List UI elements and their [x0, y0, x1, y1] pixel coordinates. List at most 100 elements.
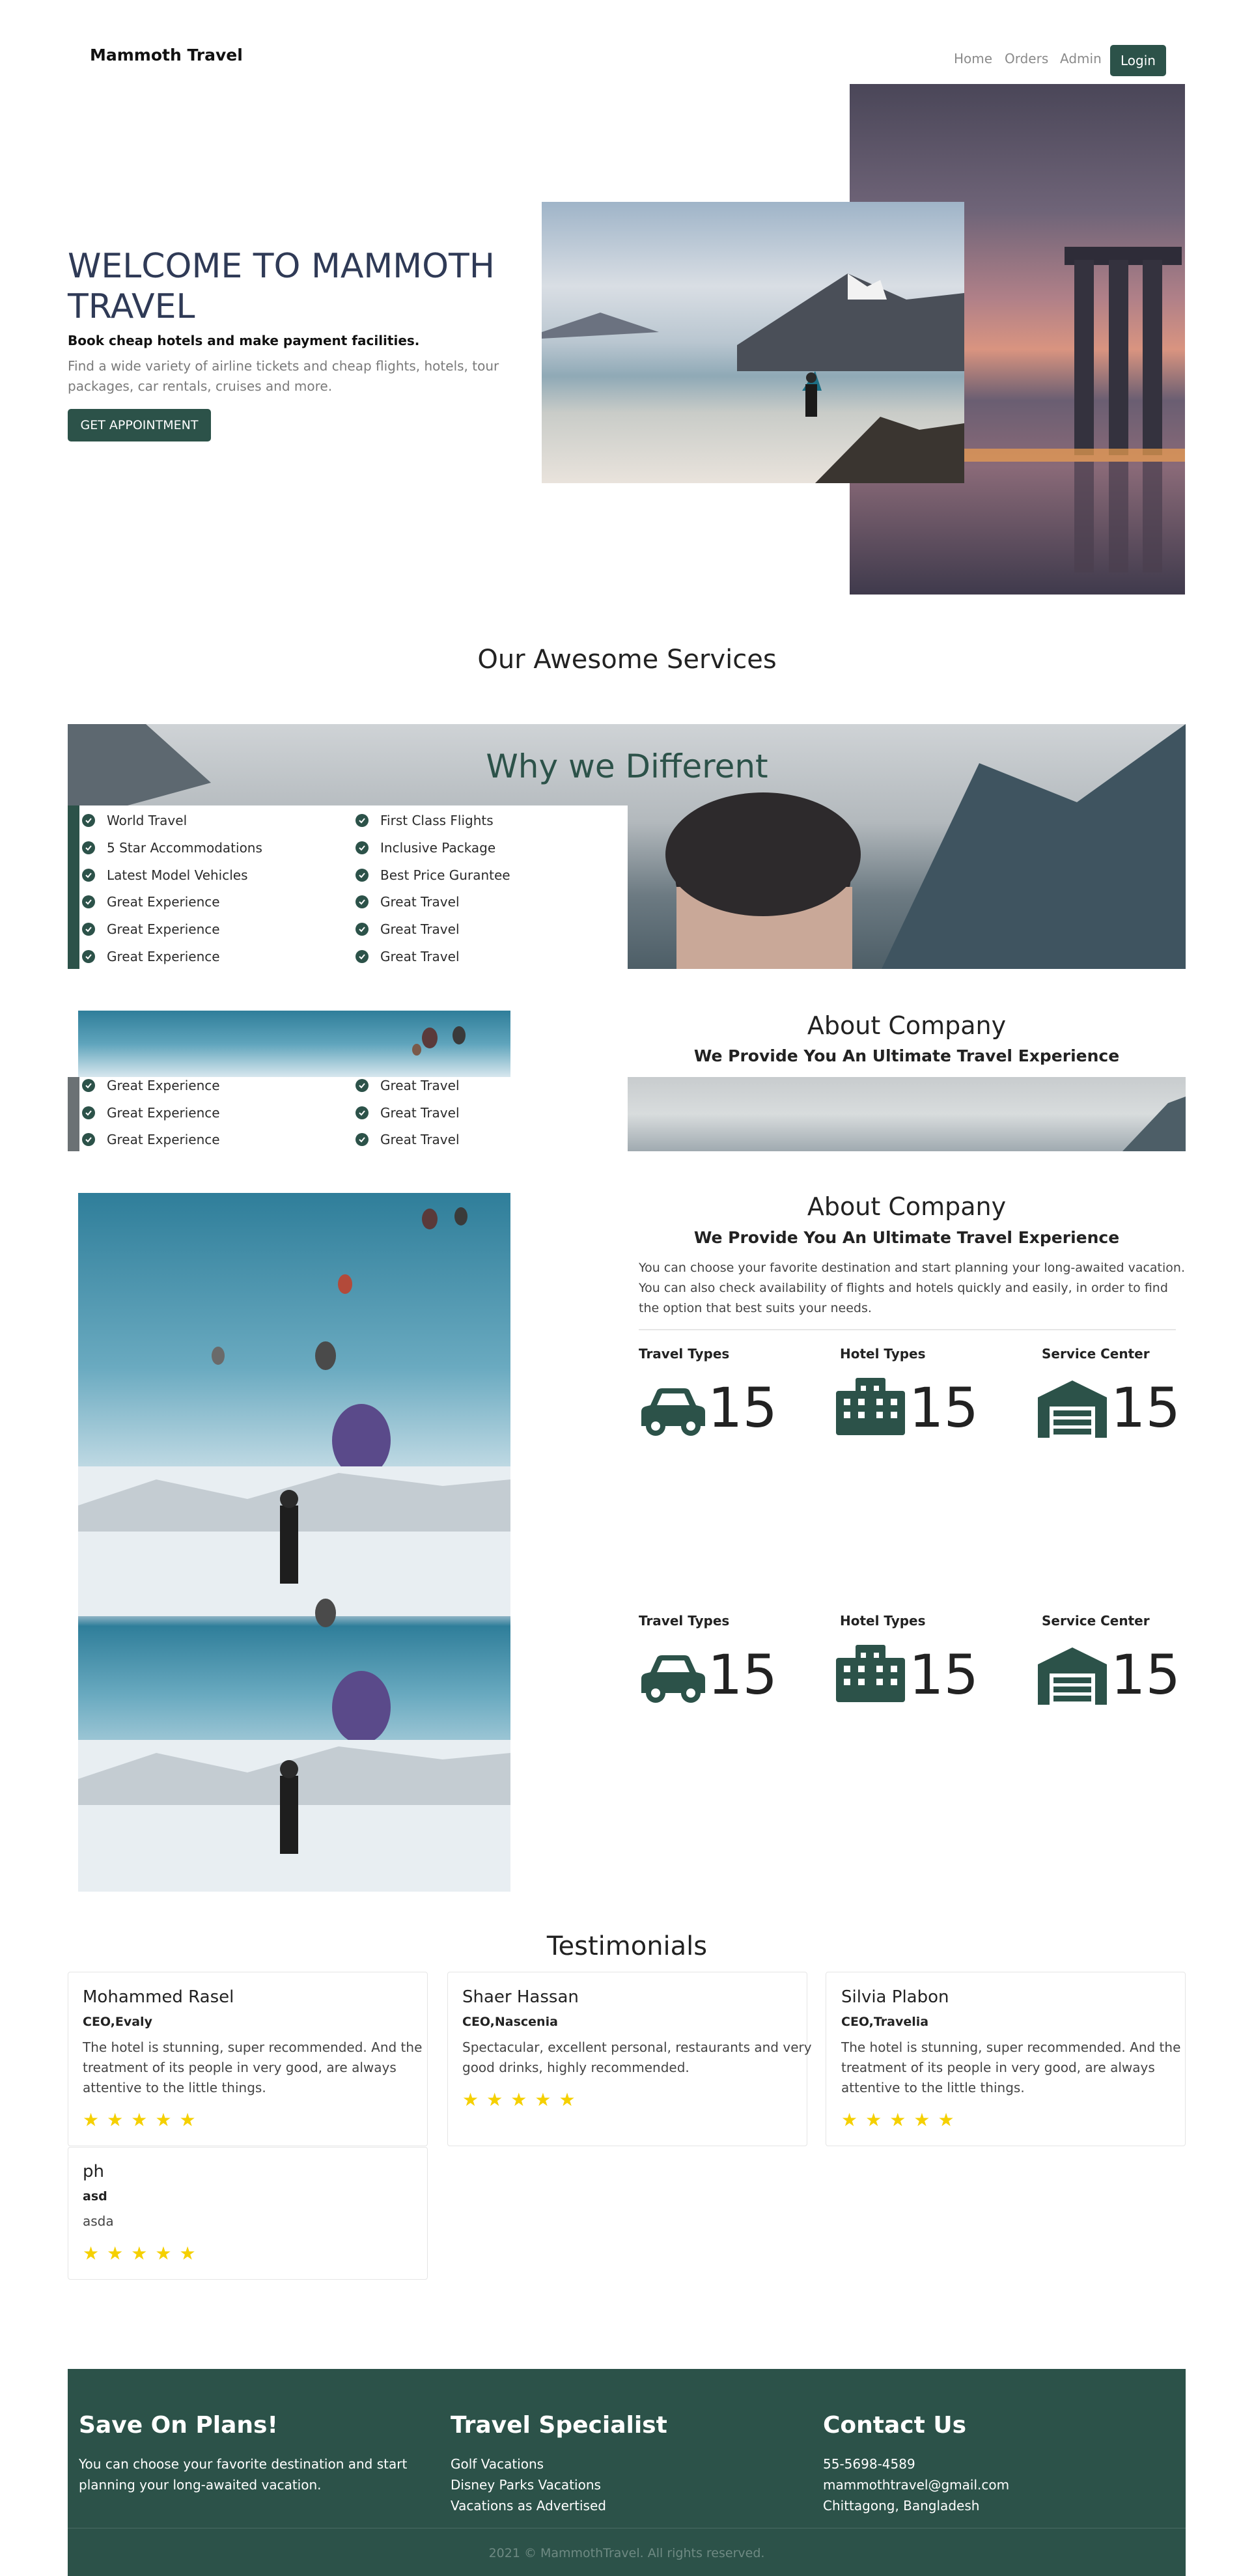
check-circle-icon	[82, 1133, 95, 1146]
check-circle-icon	[355, 814, 369, 827]
login-button[interactable]: Login	[1110, 45, 1166, 76]
testimonial-role: CEO,Evaly	[83, 2015, 152, 2029]
feature-item: Great Travel	[355, 894, 460, 910]
testimonial-text-line-1: asda	[83, 2213, 114, 2229]
footer-heading-contact-us: Contact Us	[823, 2412, 967, 2439]
balloon-illustration	[78, 1207, 510, 1892]
star-icon: ★	[841, 2109, 858, 2131]
footer-email[interactable]: mammothtravel@gmail.com	[823, 2474, 1009, 2495]
about-subheading: We Provide You An Ultimate Travel Experi…	[693, 1228, 1120, 1247]
star-icon: ★	[535, 2089, 551, 2110]
about-divider	[639, 1329, 1176, 1330]
footer-phone: 55-5698-4589	[823, 2456, 915, 2472]
footer-travel-specialist-list: Golf Vacations Disney Parks Vacations Va…	[451, 2454, 606, 2516]
feature-item: Great Travel	[355, 1078, 460, 1093]
star-icon: ★	[865, 2109, 882, 2131]
rating-stars: ★ ★ ★ ★ ★	[83, 2111, 196, 2129]
feature-item: Great Experience	[82, 1132, 220, 1147]
why-heading: Why we Different	[486, 748, 768, 785]
ghost-about-subheading: We Provide You An Ultimate Travel Experi…	[693, 1046, 1120, 1065]
star-icon: ★	[83, 2109, 100, 2131]
car-icon	[641, 1655, 705, 1703]
services-heading: Our Awesome Services	[477, 645, 777, 675]
feature-item: Latest Model Vehicles	[82, 867, 248, 883]
balloon-image-strip	[78, 1011, 510, 1077]
testimonial-text-line-1: The hotel is stunning, super recommended…	[83, 2039, 423, 2055]
glacier-illustration	[542, 273, 964, 483]
star-icon: ★	[486, 2089, 503, 2110]
feature-item: Great Experience	[82, 894, 220, 910]
login-button-label: Login	[1121, 53, 1156, 68]
feature-item: Great Experience	[82, 1105, 220, 1121]
about-paragraph-line-3: the option that best suits your needs.	[639, 1301, 872, 1315]
check-circle-icon	[355, 923, 369, 936]
stat-label-travel-types: Travel Types	[639, 1346, 730, 1362]
star-icon: ★	[107, 2109, 124, 2131]
check-circle-icon	[355, 841, 369, 854]
footer-contact-list: 55-5698-4589 mammothtravel@gmail.com Chi…	[823, 2454, 1009, 2516]
rating-stars: ★ ★ ★ ★ ★	[462, 2091, 576, 2109]
check-circle-icon	[82, 814, 95, 827]
hero-title: WELCOME TO MAMMOTH TRAVEL	[68, 246, 495, 327]
footer-link-disney-parks[interactable]: Disney Parks Vacations	[451, 2474, 606, 2495]
testimonial-text-line-1: Spectacular, excellent personal, restaur…	[462, 2039, 812, 2055]
star-icon: ★	[155, 2243, 172, 2264]
feature-item: First Class Flights	[355, 813, 494, 828]
stat-value-travel-types: 15	[708, 1643, 777, 1707]
check-circle-icon	[82, 950, 95, 963]
get-appointment-label: GET APPOINTMENT	[80, 418, 199, 432]
testimonial-role: asd	[83, 2189, 107, 2204]
check-circle-icon	[82, 1106, 95, 1119]
hero-desc-line-1: Find a wide variety of airline tickets a…	[68, 358, 499, 374]
footer: Save On Plans! You can choose your favor…	[68, 2369, 1186, 2576]
star-icon: ★	[131, 2243, 148, 2264]
testimonial-name: ph	[83, 2162, 104, 2181]
hero-title-line-2: TRAVEL	[68, 287, 195, 326]
nav-orders-link[interactable]: Orders	[1005, 51, 1048, 66]
why-feature-panel	[68, 805, 628, 969]
about-heading: About Company	[807, 1192, 1007, 1221]
feature-item: Great Experience	[82, 1078, 220, 1093]
footer-text-line-2: planning your long-awaited vacation.	[79, 2477, 322, 2493]
nav-home-link[interactable]: Home	[954, 51, 992, 66]
testimonial-text: The hotel is stunning, super recommended…	[83, 2037, 422, 2098]
feature-item: Best Price Gurantee	[355, 867, 510, 883]
hero-subtitle: Book cheap hotels and make payment facil…	[68, 333, 420, 348]
testimonial-text-line-3: attentive to the little things.	[841, 2080, 1025, 2095]
about-balloon-image	[78, 1193, 510, 1892]
star-icon: ★	[938, 2109, 954, 2131]
stat-label-service-center: Service Center	[1042, 1346, 1150, 1362]
stat-value-service-center: 15	[1111, 1376, 1180, 1440]
feature-item: Great Experience	[82, 949, 220, 964]
get-appointment-button[interactable]: GET APPOINTMENT	[68, 409, 211, 441]
testimonial-role: CEO,Nascenia	[462, 2015, 558, 2029]
feature-item: Great Travel	[355, 921, 460, 937]
testimonial-text: asda	[83, 2211, 114, 2232]
check-circle-icon	[82, 923, 95, 936]
about-paragraph: You can choose your favorite destination…	[639, 1258, 1185, 1319]
footer-link-golf-vacations[interactable]: Golf Vacations	[451, 2454, 606, 2474]
footer-save-on-plans-text: You can choose your favorite destination…	[79, 2454, 407, 2495]
footer-copyright: 2021 © MammothTravel. All rights reserve…	[488, 2546, 765, 2560]
check-circle-icon	[355, 950, 369, 963]
nav-admin-link[interactable]: Admin	[1060, 51, 1102, 66]
feature-item: 5 Star Accommodations	[82, 840, 262, 856]
footer-link-vacations-advertised[interactable]: Vacations as Advertised	[451, 2495, 606, 2516]
feature-item: Great Travel	[355, 1132, 460, 1147]
testimonial-text: Spectacular, excellent personal, restaur…	[462, 2037, 812, 2078]
star-icon: ★	[889, 2109, 906, 2131]
testimonial-text: The hotel is stunning, super recommended…	[841, 2037, 1180, 2098]
stat-label-travel-types: Travel Types	[639, 1613, 730, 1629]
testimonial-text-line-1: The hotel is stunning, super recommended…	[841, 2039, 1181, 2055]
testimonial-role: CEO,Travelia	[841, 2015, 929, 2029]
feature-item: Great Travel	[355, 1105, 460, 1121]
stat-label-hotel-types: Hotel Types	[840, 1346, 926, 1362]
balloon-strip-illustration	[412, 1026, 466, 1056]
hero-glacier-image	[542, 202, 964, 483]
footer-heading-save-on-plans: Save On Plans!	[79, 2412, 278, 2439]
testimonials-heading: Testimonials	[546, 1931, 708, 1961]
ghost-mountain-illustration	[1122, 1097, 1186, 1151]
about-paragraph-line-1: You can choose your favorite destination…	[639, 1261, 1185, 1275]
star-icon: ★	[913, 2109, 930, 2131]
brand-logo[interactable]: Mammoth Travel	[90, 46, 243, 64]
